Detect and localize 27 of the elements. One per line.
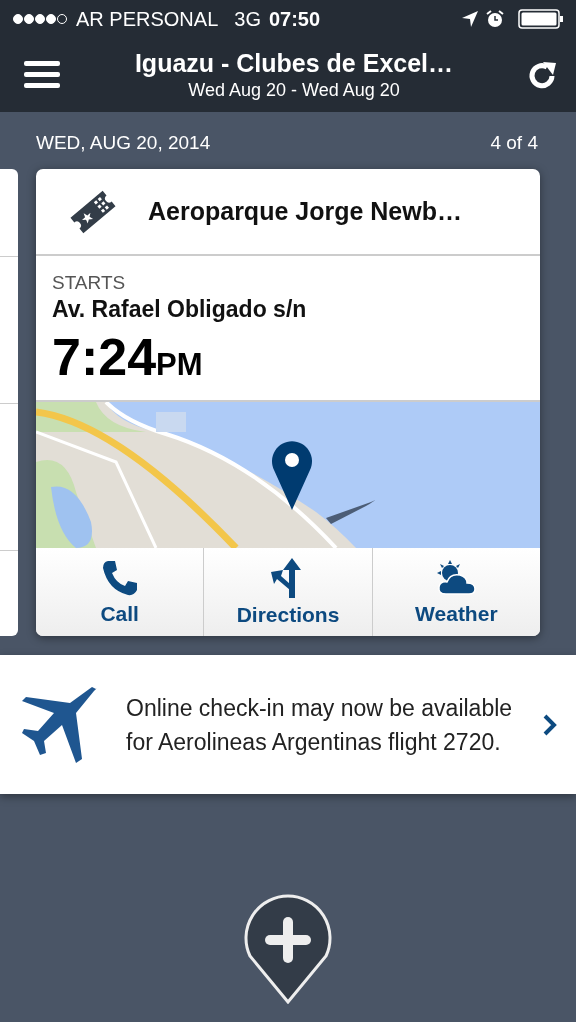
battery-icon xyxy=(518,9,564,29)
chevron-right-icon xyxy=(542,712,558,737)
location-arrow-icon xyxy=(462,11,478,27)
start-time: 7:24 xyxy=(52,327,157,387)
alarm-icon xyxy=(486,10,504,28)
time-meridiem: PM xyxy=(156,347,203,383)
checkin-notice[interactable]: Online check-in may now be available for Aerolineas Argentinas flight 2720. xyxy=(0,655,576,794)
card-count: 4 of 4 xyxy=(490,132,538,155)
trip-dates: Wed Aug 20 - Wed Aug 20 xyxy=(188,80,400,101)
place-title: Aeroparque Jorge Newb… xyxy=(148,197,462,226)
carrier-name: AR PERSONAL xyxy=(76,7,219,31)
map-pin-icon xyxy=(270,438,314,510)
directions-button[interactable]: Directions xyxy=(204,548,373,636)
signal-icon xyxy=(12,13,68,25)
network-type: 3G xyxy=(234,7,261,31)
weather-button[interactable]: Weather xyxy=(372,548,540,636)
day-date: WED, AUG 20, 2014 xyxy=(36,132,211,155)
starts-label: STARTS xyxy=(52,272,126,294)
refresh-icon[interactable] xyxy=(528,60,558,90)
checkin-message: Online check-in may now be available for Aerolineas Argentinas flight 2720. xyxy=(126,693,514,757)
trip-title: Iguazu - Clubes de Excel… xyxy=(134,49,454,78)
call-button[interactable]: Call xyxy=(36,548,205,636)
add-button[interactable] xyxy=(242,894,334,1004)
add-pin-icon xyxy=(242,894,334,1004)
clock-time: 07:50 xyxy=(268,7,321,31)
menu-icon[interactable] xyxy=(24,60,60,90)
address-text: Av. Rafael Obligado s/n xyxy=(52,296,307,323)
